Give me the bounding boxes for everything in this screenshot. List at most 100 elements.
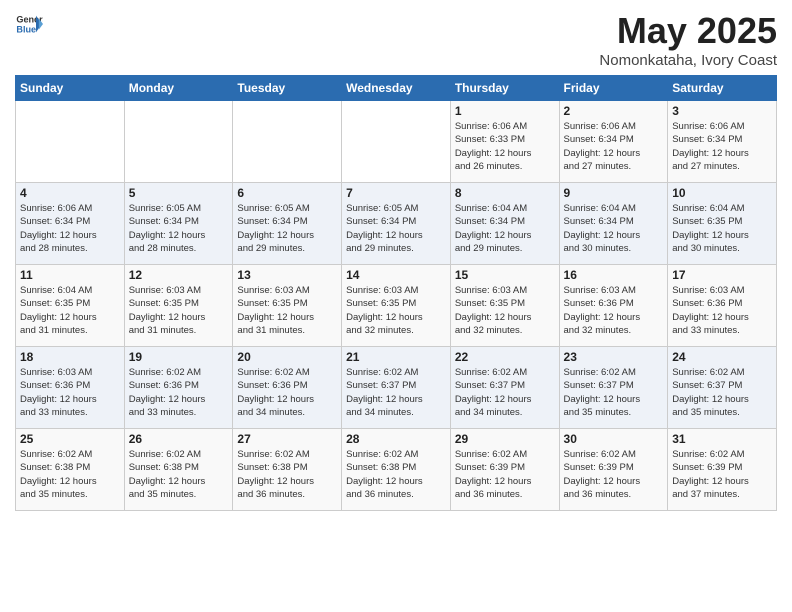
calendar-cell: 6 Sunrise: 6:05 AM Sunset: 6:34 PM Daylig… xyxy=(233,183,342,265)
weekday-header-saturday: Saturday xyxy=(668,76,777,101)
day-info: Sunrise: 6:02 AM Sunset: 6:37 PM Dayligh… xyxy=(346,366,446,419)
calendar-cell: 29Sunrise: 6:02 AM Sunset: 6:39 PM Dayli… xyxy=(450,429,559,511)
day-number: 21 xyxy=(346,350,446,364)
day-number: 9 xyxy=(564,186,664,200)
calendar-cell: 27 Sunrise: 6:02 AM Sunset: 6:38 PM Dayli… xyxy=(233,429,342,511)
day-info: Sunrise: 6:05 AM Sunset: 6:34 PM Dayligh… xyxy=(237,202,337,255)
day-number: 20 xyxy=(237,350,337,364)
day-info: Sunrise: 6:02 AM Sunset: 6:39 PM Dayligh… xyxy=(672,448,772,501)
day-info: Sunrise: 6:06 AM Sunset: 6:33 PM Dayligh… xyxy=(455,120,555,173)
day-info: Sunrise: 6:02 AM Sunset: 6:36 PM Dayligh… xyxy=(237,366,337,419)
calendar-cell: 23 Sunrise: 6:02 AM Sunset: 6:37 PM Dayli… xyxy=(559,347,668,429)
day-number: 4 xyxy=(20,186,120,200)
week-row-3: 18 Sunrise: 6:03 AM Sunset: 6:36 PM Dayli… xyxy=(16,347,777,429)
day-info: Sunrise: 6:03 AM Sunset: 6:36 PM Dayligh… xyxy=(20,366,120,419)
day-number: 7 xyxy=(346,186,446,200)
page-container: General Blue May 2025 Nomonkataha, Ivory… xyxy=(0,0,792,521)
calendar-cell: 17 Sunrise: 6:03 AM Sunset: 6:36 PM Dayli… xyxy=(668,265,777,347)
calendar-cell: 21 Sunrise: 6:02 AM Sunset: 6:37 PM Dayli… xyxy=(342,347,451,429)
logo: General Blue xyxy=(15,10,43,38)
calendar-cell: 26Sunrise: 6:02 AM Sunset: 6:38 PM Dayli… xyxy=(124,429,233,511)
day-number: 6 xyxy=(237,186,337,200)
calendar-cell: 30Sunrise: 6:02 AM Sunset: 6:39 PM Dayli… xyxy=(559,429,668,511)
day-number: 18 xyxy=(20,350,120,364)
calendar-cell: 28Sunrise: 6:02 AM Sunset: 6:38 PM Dayli… xyxy=(342,429,451,511)
calendar-cell xyxy=(124,101,233,183)
day-info: Sunrise: 6:02 AM Sunset: 6:37 PM Dayligh… xyxy=(455,366,555,419)
day-number: 23 xyxy=(564,350,664,364)
day-number: 2 xyxy=(564,104,664,118)
calendar-cell: 15 Sunrise: 6:03 AM Sunset: 6:35 PM Dayli… xyxy=(450,265,559,347)
weekday-header-monday: Monday xyxy=(124,76,233,101)
day-number: 19 xyxy=(129,350,229,364)
day-number: 3 xyxy=(672,104,772,118)
day-info: Sunrise: 6:03 AM Sunset: 6:36 PM Dayligh… xyxy=(564,284,664,337)
title-area: May 2025 Nomonkataha, Ivory Coast xyxy=(599,10,777,69)
day-info: Sunrise: 6:02 AM Sunset: 6:36 PM Dayligh… xyxy=(129,366,229,419)
day-number: 17 xyxy=(672,268,772,282)
calendar-cell: 19 Sunrise: 6:02 AM Sunset: 6:36 PM Dayli… xyxy=(124,347,233,429)
day-number: 5 xyxy=(129,186,229,200)
day-number: 12 xyxy=(129,268,229,282)
day-number: 28 xyxy=(346,432,446,446)
day-number: 15 xyxy=(455,268,555,282)
header: General Blue May 2025 Nomonkataha, Ivory… xyxy=(15,10,777,69)
calendar-cell: 22Sunrise: 6:02 AM Sunset: 6:37 PM Dayli… xyxy=(450,347,559,429)
day-info: Sunrise: 6:03 AM Sunset: 6:36 PM Dayligh… xyxy=(672,284,772,337)
day-number: 10 xyxy=(672,186,772,200)
day-number: 27 xyxy=(237,432,337,446)
calendar-cell: 20 Sunrise: 6:02 AM Sunset: 6:36 PM Dayli… xyxy=(233,347,342,429)
calendar-cell: 1Sunrise: 6:06 AM Sunset: 6:33 PM Daylig… xyxy=(450,101,559,183)
day-info: Sunrise: 6:03 AM Sunset: 6:35 PM Dayligh… xyxy=(237,284,337,337)
calendar-cell: 31Sunrise: 6:02 AM Sunset: 6:39 PM Dayli… xyxy=(668,429,777,511)
day-info: Sunrise: 6:06 AM Sunset: 6:34 PM Dayligh… xyxy=(564,120,664,173)
week-row-0: 1Sunrise: 6:06 AM Sunset: 6:33 PM Daylig… xyxy=(16,101,777,183)
day-number: 30 xyxy=(564,432,664,446)
calendar-cell: 4 Sunrise: 6:06 AM Sunset: 6:34 PM Daylig… xyxy=(16,183,125,265)
weekday-header-tuesday: Tuesday xyxy=(233,76,342,101)
day-info: Sunrise: 6:03 AM Sunset: 6:35 PM Dayligh… xyxy=(346,284,446,337)
calendar-cell xyxy=(342,101,451,183)
weekday-header-sunday: Sunday xyxy=(16,76,125,101)
day-number: 24 xyxy=(672,350,772,364)
day-number: 25 xyxy=(20,432,120,446)
day-info: Sunrise: 6:05 AM Sunset: 6:34 PM Dayligh… xyxy=(129,202,229,255)
day-info: Sunrise: 6:06 AM Sunset: 6:34 PM Dayligh… xyxy=(20,202,120,255)
day-number: 16 xyxy=(564,268,664,282)
calendar-cell: 2 Sunrise: 6:06 AM Sunset: 6:34 PM Daylig… xyxy=(559,101,668,183)
day-info: Sunrise: 6:04 AM Sunset: 6:35 PM Dayligh… xyxy=(672,202,772,255)
day-number: 13 xyxy=(237,268,337,282)
week-row-2: 11 Sunrise: 6:04 AM Sunset: 6:35 PM Dayli… xyxy=(16,265,777,347)
day-info: Sunrise: 6:06 AM Sunset: 6:34 PM Dayligh… xyxy=(672,120,772,173)
day-number: 14 xyxy=(346,268,446,282)
day-info: Sunrise: 6:04 AM Sunset: 6:35 PM Dayligh… xyxy=(20,284,120,337)
main-title: May 2025 xyxy=(599,10,777,52)
day-number: 11 xyxy=(20,268,120,282)
calendar-cell: 7 Sunrise: 6:05 AM Sunset: 6:34 PM Daylig… xyxy=(342,183,451,265)
calendar-cell xyxy=(233,101,342,183)
calendar-cell: 14 Sunrise: 6:03 AM Sunset: 6:35 PM Dayli… xyxy=(342,265,451,347)
calendar-cell: 13 Sunrise: 6:03 AM Sunset: 6:35 PM Dayli… xyxy=(233,265,342,347)
weekday-header-friday: Friday xyxy=(559,76,668,101)
calendar-cell: 3 Sunrise: 6:06 AM Sunset: 6:34 PM Daylig… xyxy=(668,101,777,183)
day-number: 8 xyxy=(455,186,555,200)
weekday-header-row: SundayMondayTuesdayWednesdayThursdayFrid… xyxy=(16,76,777,101)
calendar-cell: 24Sunrise: 6:02 AM Sunset: 6:37 PM Dayli… xyxy=(668,347,777,429)
day-info: Sunrise: 6:02 AM Sunset: 6:37 PM Dayligh… xyxy=(564,366,664,419)
weekday-header-thursday: Thursday xyxy=(450,76,559,101)
day-info: Sunrise: 6:02 AM Sunset: 6:38 PM Dayligh… xyxy=(237,448,337,501)
day-info: Sunrise: 6:04 AM Sunset: 6:34 PM Dayligh… xyxy=(564,202,664,255)
day-info: Sunrise: 6:02 AM Sunset: 6:38 PM Dayligh… xyxy=(129,448,229,501)
logo-icon: General Blue xyxy=(15,10,43,38)
day-info: Sunrise: 6:03 AM Sunset: 6:35 PM Dayligh… xyxy=(455,284,555,337)
day-info: Sunrise: 6:05 AM Sunset: 6:34 PM Dayligh… xyxy=(346,202,446,255)
calendar-cell: 8Sunrise: 6:04 AM Sunset: 6:34 PM Daylig… xyxy=(450,183,559,265)
calendar-cell: 16 Sunrise: 6:03 AM Sunset: 6:36 PM Dayli… xyxy=(559,265,668,347)
week-row-1: 4 Sunrise: 6:06 AM Sunset: 6:34 PM Daylig… xyxy=(16,183,777,265)
day-number: 29 xyxy=(455,432,555,446)
subtitle: Nomonkataha, Ivory Coast xyxy=(599,52,777,69)
calendar-cell: 11 Sunrise: 6:04 AM Sunset: 6:35 PM Dayli… xyxy=(16,265,125,347)
calendar-cell: 9 Sunrise: 6:04 AM Sunset: 6:34 PM Daylig… xyxy=(559,183,668,265)
calendar-cell: 10 Sunrise: 6:04 AM Sunset: 6:35 PM Dayli… xyxy=(668,183,777,265)
calendar-cell xyxy=(16,101,125,183)
